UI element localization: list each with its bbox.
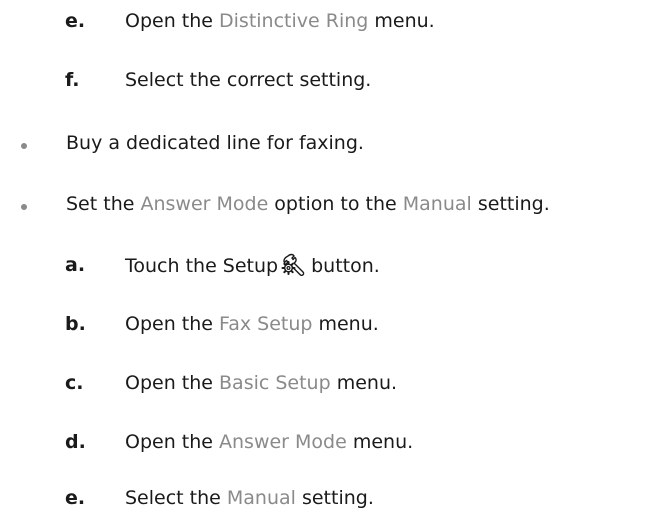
step-text-pre: Open the: [125, 313, 220, 335]
bullet-text: Buy a dedicated line for faxing.: [66, 132, 364, 154]
step-letter: a.: [65, 254, 86, 276]
ui-term-fax-setup: Fax Setup: [219, 313, 313, 335]
bullet-text-post: setting.: [471, 193, 550, 215]
step-letter: d.: [65, 431, 86, 453]
step-text: Open the Answer Mode menu.: [125, 429, 413, 455]
ui-term-distinctive-ring: Distinctive Ring: [219, 10, 369, 32]
step-letter: c.: [65, 372, 84, 394]
step-text-pre: Select the: [125, 487, 227, 509]
step-text: Open the Basic Setup menu.: [125, 370, 397, 396]
step-text-post: menu.: [330, 372, 398, 394]
step-text-pre: Open the: [125, 431, 220, 453]
ui-term-answer-mode: Answer Mode: [140, 193, 269, 215]
step-letter: e.: [65, 10, 86, 32]
step-text: Open the Fax Setup menu.: [125, 311, 379, 337]
setup-wrench-gear-icon: [281, 252, 307, 277]
step-letter: f.: [65, 69, 80, 91]
step-text-pre: Touch the Setup: [125, 255, 279, 277]
ui-term-answer-mode: Answer Mode: [219, 431, 347, 453]
step-text-post: menu.: [346, 431, 414, 453]
step-text-pre: Open the: [125, 10, 220, 32]
ui-term-basic-setup: Basic Setup: [219, 372, 331, 394]
step-text: Select the correct setting.: [125, 69, 372, 91]
step-text: Open the Distinctive Ring menu.: [125, 8, 435, 34]
bullet-dot: [21, 143, 27, 149]
step-text-post: setting.: [295, 487, 374, 509]
step-text: Touch the Setup button.: [125, 252, 380, 279]
step-letter: b.: [65, 313, 86, 335]
step-text: Select the Manual setting.: [125, 485, 374, 511]
step-text-post: menu.: [368, 10, 435, 32]
step-letter: e.: [65, 487, 86, 509]
step-text-post: button.: [311, 255, 380, 277]
step-text-post: menu.: [312, 313, 379, 335]
ui-term-manual: Manual: [402, 193, 472, 215]
bullet-text-pre: Set the: [66, 193, 141, 215]
bullet-text-mid: option to the: [268, 193, 403, 215]
step-text-pre: Open the: [125, 372, 220, 394]
bullet-text: Set the Answer Mode option to the Manual…: [66, 191, 550, 217]
ui-term-manual: Manual: [226, 487, 296, 509]
bullet-dot: [21, 204, 27, 210]
instruction-document: e. Open the Distinctive Ring menu. f. Se…: [0, 0, 655, 512]
